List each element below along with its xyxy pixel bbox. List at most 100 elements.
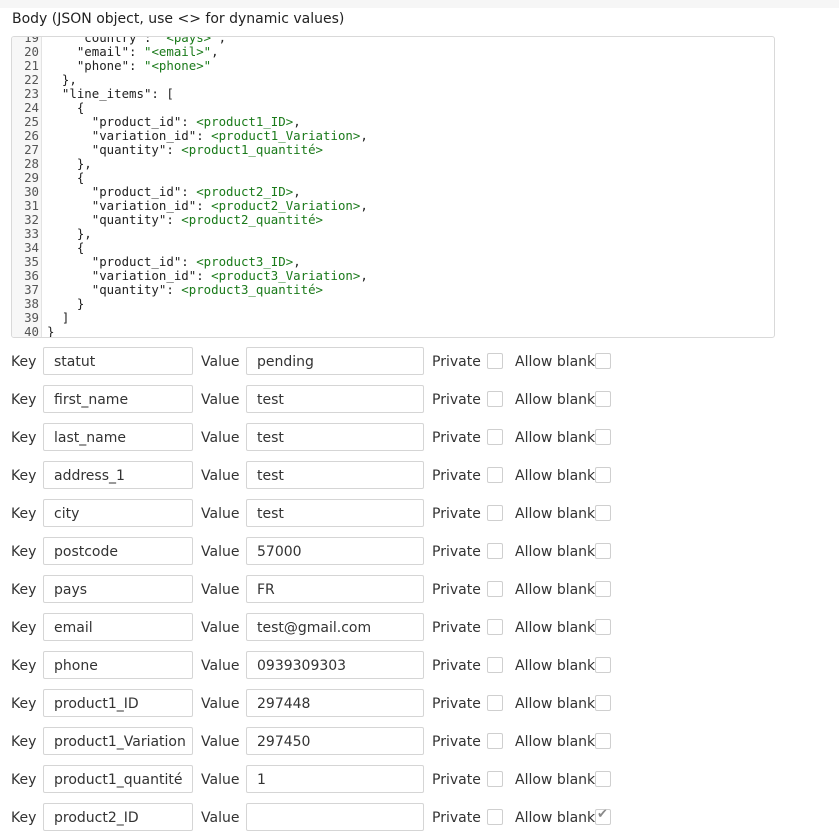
- key-input[interactable]: product1_quantité: [43, 765, 193, 793]
- json-body-editor[interactable]: 19 "country": "<pays>", 20 "email": "<ema…: [11, 36, 775, 338]
- allow-blank-label: Allow blank: [515, 468, 596, 484]
- code-text: "variation_id": <product3_Variation>,: [47, 268, 368, 283]
- value-input[interactable]: FR: [246, 575, 424, 603]
- key-input[interactable]: city: [43, 499, 193, 527]
- private-label: Private: [432, 468, 481, 484]
- key-input[interactable]: statut: [43, 347, 193, 375]
- value-input[interactable]: test: [246, 499, 424, 527]
- key-input[interactable]: first_name: [43, 385, 193, 413]
- private-checkbox[interactable]: [487, 733, 503, 749]
- allow-blank-checkbox[interactable]: [595, 771, 611, 787]
- code-text: }: [47, 296, 85, 311]
- line-number: 35: [24, 254, 39, 269]
- value-input[interactable]: 297450: [246, 727, 424, 755]
- private-checkbox[interactable]: [487, 353, 503, 369]
- line-number: 34: [24, 240, 39, 255]
- value-label: Value: [201, 620, 240, 636]
- value-input[interactable]: test: [246, 461, 424, 489]
- private-checkbox[interactable]: [487, 771, 503, 787]
- code-text: {: [47, 240, 85, 255]
- code-text: "variation_id": <product2_Variation>,: [47, 198, 368, 213]
- value-input[interactable]: pending: [246, 347, 424, 375]
- value-input[interactable]: 0939309303: [246, 651, 424, 679]
- key-label: Key: [11, 620, 37, 636]
- line-number: 39: [24, 310, 39, 325]
- key-label: Key: [11, 772, 37, 788]
- value-input[interactable]: 1: [246, 765, 424, 793]
- key-input[interactable]: product1_ID: [43, 689, 193, 717]
- private-checkbox[interactable]: [487, 543, 503, 559]
- key-input[interactable]: pays: [43, 575, 193, 603]
- private-checkbox[interactable]: [487, 467, 503, 483]
- key-value-row: Key statut Value pending Private Allow blank: [0, 347, 839, 377]
- code-text: "phone": "<phone>": [47, 58, 212, 73]
- private-label: Private: [432, 430, 481, 446]
- value-label: Value: [201, 430, 240, 446]
- key-value-row: Key phone Value 0939309303 Private Allow blan…: [0, 651, 839, 681]
- allow-blank-checkbox[interactable]: [595, 733, 611, 749]
- key-value-row: Key email Value test@gmail.com Private Allow …: [0, 613, 839, 643]
- private-label: Private: [432, 658, 481, 674]
- allow-blank-checkbox[interactable]: [595, 581, 611, 597]
- key-input[interactable]: last_name: [43, 423, 193, 451]
- private-checkbox[interactable]: [487, 429, 503, 445]
- allow-blank-checkbox[interactable]: [595, 353, 611, 369]
- value-input[interactable]: [246, 803, 424, 831]
- key-label: Key: [11, 468, 37, 484]
- key-input[interactable]: product1_Variation: [43, 727, 193, 755]
- private-checkbox[interactable]: [487, 695, 503, 711]
- allow-blank-checkbox[interactable]: ✔: [595, 807, 611, 825]
- allow-blank-label: Allow blank: [515, 810, 596, 826]
- allow-blank-label: Allow blank: [515, 582, 596, 598]
- line-number: 27: [24, 142, 39, 157]
- code-text: "product_id": <product3_ID>,: [47, 254, 301, 269]
- private-checkbox[interactable]: [487, 581, 503, 597]
- key-label: Key: [11, 544, 37, 560]
- key-input[interactable]: address_1: [43, 461, 193, 489]
- allow-blank-checkbox[interactable]: [595, 429, 611, 445]
- key-label: Key: [11, 582, 37, 598]
- key-value-row: Key product1_ID Value 297448 Private Allow bl…: [0, 689, 839, 719]
- key-input[interactable]: phone: [43, 651, 193, 679]
- value-label: Value: [201, 468, 240, 484]
- value-input[interactable]: test: [246, 385, 424, 413]
- key-input[interactable]: product2_ID: [43, 803, 193, 831]
- value-label: Value: [201, 658, 240, 674]
- allow-blank-checkbox[interactable]: [595, 657, 611, 673]
- value-input[interactable]: 57000: [246, 537, 424, 565]
- key-input[interactable]: email: [43, 613, 193, 641]
- line-number: 30: [24, 184, 39, 199]
- code-text: }: [47, 324, 55, 338]
- private-checkbox[interactable]: [487, 657, 503, 673]
- private-checkbox[interactable]: [487, 809, 503, 825]
- key-value-row: Key product1_quantité Value 1 Private Allow b…: [0, 765, 839, 795]
- allow-blank-checkbox[interactable]: [595, 619, 611, 635]
- allow-blank-checkbox[interactable]: [595, 391, 611, 407]
- allow-blank-label: Allow blank: [515, 734, 596, 750]
- allow-blank-label: Allow blank: [515, 430, 596, 446]
- value-input[interactable]: 297448: [246, 689, 424, 717]
- key-input[interactable]: postcode: [43, 537, 193, 565]
- private-label: Private: [432, 696, 481, 712]
- key-label: Key: [11, 392, 37, 408]
- private-label: Private: [432, 582, 481, 598]
- allow-blank-checkbox[interactable]: [595, 695, 611, 711]
- code-text: {: [47, 170, 85, 185]
- private-checkbox[interactable]: [487, 619, 503, 635]
- value-input[interactable]: test: [246, 423, 424, 451]
- allow-blank-checkbox[interactable]: [595, 467, 611, 483]
- key-value-row: Key city Value test Private Allow blank: [0, 499, 839, 529]
- line-number: 24: [24, 100, 39, 115]
- value-label: Value: [201, 506, 240, 522]
- allow-blank-checkbox[interactable]: [595, 543, 611, 559]
- check-icon: ✔: [597, 807, 608, 822]
- allow-blank-checkbox[interactable]: [595, 505, 611, 521]
- top-band: [0, 0, 839, 8]
- private-label: Private: [432, 506, 481, 522]
- line-number: 29: [24, 170, 39, 185]
- value-input[interactable]: test@gmail.com: [246, 613, 424, 641]
- key-label: Key: [11, 696, 37, 712]
- private-checkbox[interactable]: [487, 505, 503, 521]
- key-value-row: Key pays Value FR Private Allow blank: [0, 575, 839, 605]
- private-checkbox[interactable]: [487, 391, 503, 407]
